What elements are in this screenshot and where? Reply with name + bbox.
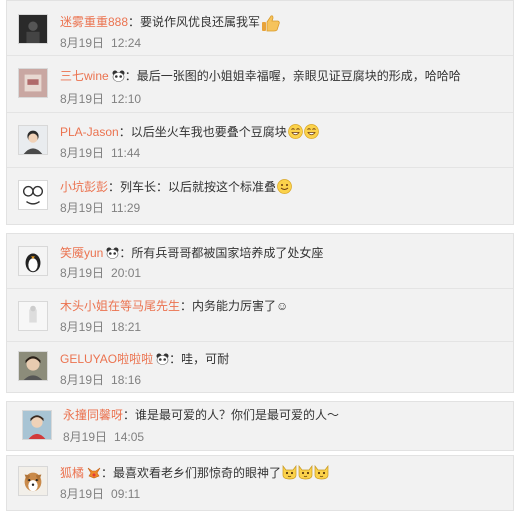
comment-time: 14:05 bbox=[114, 430, 145, 444]
cat-face-icon bbox=[282, 465, 297, 480]
comment-text: 内务能力厉害了☺ bbox=[192, 299, 289, 313]
comment-time: 20:01 bbox=[111, 266, 142, 280]
smile-face-icon bbox=[277, 179, 292, 194]
commenter-name[interactable]: 三七wine bbox=[60, 69, 109, 83]
commenter-name[interactable]: 迷雾重重888 bbox=[60, 15, 128, 29]
colon: ： bbox=[169, 352, 182, 366]
colon: ： bbox=[123, 408, 136, 422]
colon: ： bbox=[128, 15, 141, 29]
colon: ： bbox=[119, 246, 132, 260]
comment-date: 8月19日 bbox=[60, 146, 105, 160]
commenter-name[interactable]: GELUYAO啦啦啦 bbox=[60, 352, 153, 366]
comment-time: 11:44 bbox=[111, 146, 141, 160]
comment-item: 木头小姐在等马尾先生：内务能力厉害了☺ 8月19日 18:21 bbox=[7, 289, 513, 342]
comment-panel-2: 笑魇yun ：所有兵哥哥都被国家培养成了处女座 8月19日 20:01 木头小姐在等… bbox=[6, 233, 514, 393]
thumbs-up-icon bbox=[261, 14, 280, 32]
commenter-name[interactable]: PLA-Jason bbox=[60, 125, 119, 139]
comment-panel-3: 永撞同馨呀：谁是最可爱的人？你们是最可爱的人～ 8月19日 14:05 bbox=[6, 401, 514, 451]
avatar[interactable] bbox=[18, 14, 48, 44]
comment-item: 永撞同馨呀：谁是最可爱的人？你们是最可爱的人～ 8月19日 14:05 bbox=[7, 402, 513, 452]
colon: ： bbox=[118, 125, 131, 139]
colon: ： bbox=[101, 466, 114, 480]
laugh-face-icon bbox=[287, 124, 303, 139]
comment-time: 12:24 bbox=[111, 36, 142, 50]
avatar[interactable] bbox=[18, 301, 48, 331]
comment-item: 狐橘 ：最喜欢看老乡们那惊奇的眼神了 8月19日 09:11 bbox=[7, 456, 513, 512]
comment-date: 8月19日 bbox=[60, 201, 105, 215]
fox-badge-icon bbox=[87, 467, 101, 479]
comment-date: 8月19日 bbox=[63, 430, 108, 444]
comment-item: 三七wine ：最后一张图的小姐姐幸福喔，亲眼见证豆腐块的形成，哈哈哈 8月19日… bbox=[7, 56, 513, 113]
comment-time: 12:10 bbox=[111, 92, 142, 106]
comment-text: 要说作风优良还属我军 bbox=[140, 15, 261, 29]
comment-item: GELUYAO啦啦啦 ：哇，可耐 8月19日 18:16 bbox=[7, 342, 513, 392]
comment-date: 8月19日 bbox=[60, 373, 105, 387]
panda-vip-icon bbox=[112, 70, 125, 82]
colon: ： bbox=[124, 69, 137, 83]
comment-panel-1: 迷雾重重888：要说作风优良还属我军 8月19日 12:24 三七wine ：最后一… bbox=[6, 0, 514, 225]
avatar[interactable] bbox=[18, 246, 48, 276]
avatar[interactable] bbox=[18, 180, 48, 210]
commenter-name[interactable]: 狐橘 bbox=[60, 466, 84, 480]
comment-item: 迷雾重重888：要说作风优良还属我军 8月19日 12:24 bbox=[7, 1, 513, 56]
comment-text: 所有兵哥哥都被国家培养成了处女座 bbox=[131, 246, 324, 260]
comment-text: 谁是最可爱的人？你们是最可爱的人～ bbox=[135, 408, 340, 422]
colon: ： bbox=[108, 180, 121, 194]
commenter-name[interactable]: 小坑彭彭 bbox=[60, 180, 108, 194]
comment-time: 11:29 bbox=[111, 201, 141, 215]
comment-panel-4: 狐橘 ：最喜欢看老乡们那惊奇的眼神了 8月19日 09:11 bbox=[6, 455, 514, 511]
comment-date: 8月19日 bbox=[60, 320, 105, 334]
commenter-name[interactable]: 笑魇yun bbox=[60, 246, 103, 260]
comment-text: 列车长：以后就按这个标准叠 bbox=[120, 180, 277, 194]
comment-time: 18:21 bbox=[111, 320, 142, 334]
panda-vip-icon bbox=[156, 353, 169, 365]
comment-item: 笑魇yun ：所有兵哥哥都被国家培养成了处女座 8月19日 20:01 bbox=[7, 234, 513, 289]
laugh-face-icon bbox=[303, 124, 319, 139]
avatar[interactable] bbox=[18, 466, 48, 496]
comment-date: 8月19日 bbox=[60, 487, 105, 501]
panda-vip-icon bbox=[106, 247, 119, 259]
commenter-name[interactable]: 木头小姐在等马尾先生 bbox=[60, 299, 180, 313]
colon: ： bbox=[180, 299, 193, 313]
comment-text: 最喜欢看老乡们那惊奇的眼神了 bbox=[113, 466, 282, 480]
comment-date: 8月19日 bbox=[60, 92, 105, 106]
comment-date: 8月19日 bbox=[60, 266, 105, 280]
cat-face-icon bbox=[298, 465, 313, 480]
comment-time: 18:16 bbox=[111, 373, 142, 387]
comment-date: 8月19日 bbox=[60, 36, 105, 50]
avatar[interactable] bbox=[18, 125, 48, 155]
commenter-name[interactable]: 永撞同馨呀 bbox=[63, 408, 123, 422]
comment-text: 以后坐火车我也要叠个豆腐块 bbox=[130, 125, 287, 139]
avatar[interactable] bbox=[22, 410, 52, 440]
comment-item: 小坑彭彭：列车长：以后就按这个标准叠 8月19日 11:29 bbox=[7, 168, 513, 224]
comment-item: PLA-Jason：以后坐火车我也要叠个豆腐块 8月19日 11:44 bbox=[7, 113, 513, 168]
comment-text: 最后一张图的小姐姐幸福喔，亲眼见证豆腐块的形成，哈哈哈 bbox=[136, 69, 461, 83]
comment-text: 哇，可耐 bbox=[181, 352, 230, 366]
cat-face-icon bbox=[314, 465, 329, 480]
avatar[interactable] bbox=[18, 68, 48, 98]
comment-time: 09:11 bbox=[111, 487, 141, 501]
avatar[interactable] bbox=[18, 351, 48, 381]
